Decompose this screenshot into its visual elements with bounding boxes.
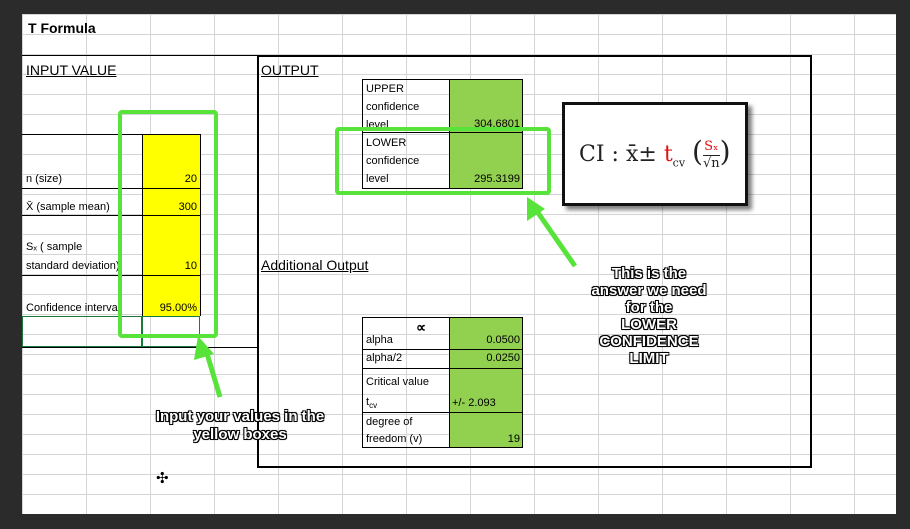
input-callout: Input your values in the yellow boxes — [155, 408, 325, 443]
answer-callout: This is the answer we need for the LOWER… — [562, 265, 736, 367]
crosshair-cursor-icon: ✣ — [156, 470, 169, 487]
arrow-to-lower-icon — [527, 197, 578, 268]
answer-callout-line-5: CONFIDENCE — [599, 333, 699, 350]
arrow-to-input-icon — [194, 336, 223, 398]
answer-callout-line-1: This is the — [611, 265, 687, 282]
spreadsheet-grid[interactable]: T Formula INPUT VALUE n (size) 20 X̄ (sa… — [22, 14, 896, 514]
answer-callout-line-4: LOWER — [621, 316, 677, 333]
answer-callout-line-2: answer we need — [591, 282, 707, 299]
answer-callout-line-6: LIMIT — [629, 350, 669, 367]
answer-callout-line-3: for the — [625, 299, 673, 316]
